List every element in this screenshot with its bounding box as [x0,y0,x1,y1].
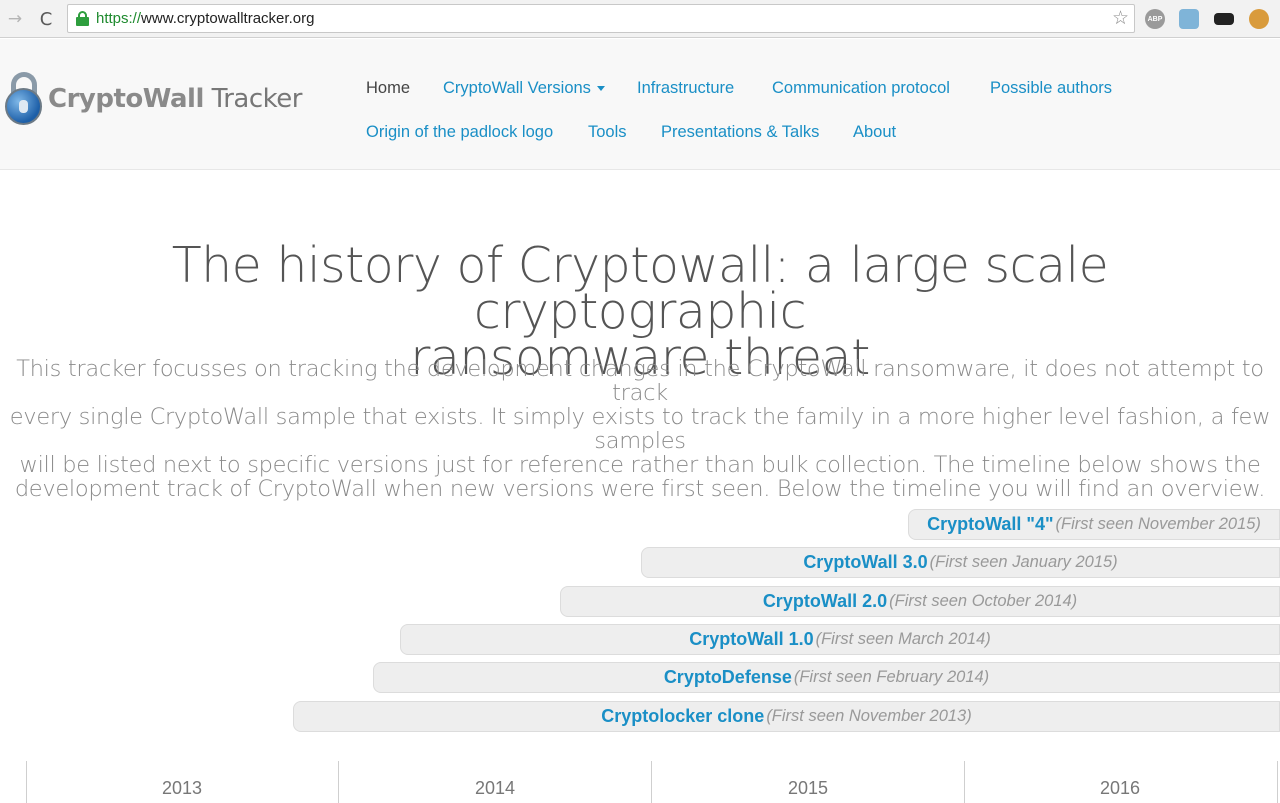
timeline-first-seen: (First seen November 2015) [1055,515,1261,533]
url-scheme: https:// [96,10,142,27]
nav-infrastructure[interactable]: Infrastructure [637,79,734,98]
page-description: This tracker focusses on tracking the de… [9,356,1271,502]
year-divider [1277,761,1278,803]
timeline-first-seen: (First seen February 2014) [793,668,990,686]
nav-about[interactable]: About [853,123,896,142]
year-divider [651,761,652,803]
timeline-bar-cryptodefense[interactable]: CryptoDefense (First seen February 2014) [373,662,1280,693]
timeline-bar-cryptolocker-clone[interactable]: Cryptolocker clone (First seen November … [293,701,1280,732]
url-host: www.cryptowalltracker.org [141,10,315,27]
browser-toolbar: → C https://www.cryptowalltracker.org ☆ … [0,0,1280,38]
timeline-first-seen: (First seen November 2013) [766,707,972,725]
timeline-bar-cryptowall-2[interactable]: CryptoWall 2.0 (First seen October 2014) [560,586,1280,617]
secure-lock-icon [76,11,89,26]
site-navbar: CryptoWall Tracker Home CryptoWall Versi… [0,39,1280,170]
timeline-version-name[interactable]: CryptoWall 1.0 [689,629,813,650]
timeline-bar-cryptowall-4[interactable]: CryptoWall "4" (First seen November 2015) [908,509,1280,540]
timeline-version-name[interactable]: CryptoDefense [664,667,792,688]
timeline-bar-cryptowall-3[interactable]: CryptoWall 3.0 (First seen January 2015) [641,547,1280,578]
nav-origin-padlock-logo[interactable]: Origin of the padlock logo [366,123,553,142]
year-divider [26,761,27,803]
adblock-icon[interactable]: ABP [1145,9,1165,29]
timeline-version-name[interactable]: CryptoWall 3.0 [803,552,927,573]
timeline-bar-cryptowall-1[interactable]: CryptoWall 1.0 (First seen March 2014) [400,624,1280,655]
chevron-down-icon [596,86,605,92]
timeline-first-seen: (First seen October 2014) [889,592,1078,610]
nav-cryptowall-versions[interactable]: CryptoWall Versions [443,79,605,98]
reload-icon[interactable]: C [35,8,57,30]
forward-arrow-icon[interactable]: → [4,8,26,30]
year-label: 2013 [161,778,203,798]
year-label: 2015 [787,778,829,798]
bookmark-star-icon[interactable]: ☆ [1112,7,1129,30]
nav-communication-protocol[interactable]: Communication protocol [772,79,950,98]
timeline-version-name[interactable]: CryptoWall "4" [927,514,1053,535]
nav-tools[interactable]: Tools [588,123,627,142]
site-logo[interactable]: CryptoWall Tracker [5,72,302,126]
nav-presentations-talks[interactable]: Presentations & Talks [661,123,819,142]
camera-icon[interactable] [1179,9,1199,29]
timeline-first-seen: (First seen January 2015) [929,553,1118,571]
timeline-version-name[interactable]: CryptoWall 2.0 [763,591,887,612]
year-divider [964,761,965,803]
timeline-first-seen: (First seen March 2014) [815,630,991,648]
padlock-icon [5,72,43,126]
year-divider [338,761,339,803]
address-bar[interactable]: https://www.cryptowalltracker.org ☆ [67,4,1135,33]
nav-possible-authors[interactable]: Possible authors [990,79,1112,98]
nav-home[interactable]: Home [366,79,410,98]
year-label: 2014 [474,778,516,798]
logo-text: CryptoWall Tracker [48,84,302,114]
year-label: 2016 [1099,778,1141,798]
mask-icon[interactable] [1214,13,1234,25]
timeline-version-name[interactable]: Cryptolocker clone [601,706,764,727]
cookie-icon[interactable] [1249,9,1269,29]
